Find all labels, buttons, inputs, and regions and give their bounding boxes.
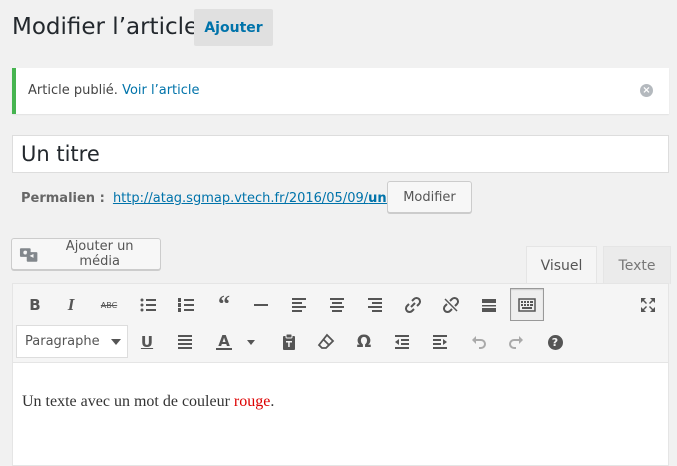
horizontal-rule-icon[interactable] xyxy=(246,290,276,320)
post-title-input[interactable]: Un titre xyxy=(12,135,669,173)
dismiss-icon[interactable]: × xyxy=(640,84,653,97)
success-notice: Article publié. Voir l’article × xyxy=(12,68,669,114)
format-select[interactable]: Paragraphe xyxy=(16,325,128,358)
content-text: Un texte avec un mot de couleur xyxy=(22,393,234,410)
permalink-label: Permalien : xyxy=(21,191,105,206)
notice-message: Article publié. Voir l’article xyxy=(28,83,200,98)
unlink-icon[interactable] xyxy=(436,290,466,320)
align-right-icon[interactable] xyxy=(360,290,390,320)
undo-icon[interactable] xyxy=(464,327,494,357)
help-icon[interactable]: ? xyxy=(540,327,570,357)
media-icon xyxy=(19,248,38,262)
permalink-link[interactable]: http://atag.sgmap.vtech.fr/2016/05/09/un… xyxy=(113,191,429,206)
italic-icon[interactable]: I xyxy=(56,290,86,320)
text-color-dropdown-icon[interactable] xyxy=(241,327,261,357)
colored-word: rouge xyxy=(233,393,271,410)
text-color-icon[interactable]: A xyxy=(209,327,239,357)
blockquote-icon[interactable]: “ xyxy=(209,290,239,320)
fullscreen-icon[interactable] xyxy=(633,290,663,320)
tab-text[interactable]: Texte xyxy=(603,246,671,284)
read-more-icon[interactable] xyxy=(474,290,504,320)
link-icon[interactable] xyxy=(398,290,428,320)
add-new-button[interactable]: Ajouter xyxy=(194,9,273,46)
justify-icon[interactable] xyxy=(170,327,200,357)
numbered-list-icon[interactable] xyxy=(171,290,201,320)
add-media-label: Ajouter un média xyxy=(65,239,134,269)
toolbar-toggle-icon[interactable] xyxy=(510,288,544,321)
bold-icon[interactable]: B xyxy=(20,290,50,320)
clear-formatting-icon[interactable] xyxy=(311,327,341,357)
special-character-icon[interactable]: Ω xyxy=(349,327,379,357)
format-select-value: Paragraphe xyxy=(25,334,100,349)
notice-text: Article publié. xyxy=(28,83,118,98)
bullet-list-icon[interactable] xyxy=(133,290,163,320)
permalink-prefix: http://atag.sgmap.vtech.fr/2016/05/09/ xyxy=(112,191,369,206)
outdent-icon[interactable] xyxy=(387,327,417,357)
redo-icon[interactable] xyxy=(501,327,531,357)
content-end: . xyxy=(270,393,275,410)
underline-icon[interactable]: U xyxy=(132,327,162,357)
tab-visual[interactable]: Visuel xyxy=(526,246,597,284)
permalink-row: Permalien : http://atag.sgmap.vtech.fr/2… xyxy=(21,191,429,206)
strikethrough-icon[interactable]: ABC xyxy=(94,290,124,320)
page-title: Modifier l’article xyxy=(12,14,199,40)
align-center-icon[interactable] xyxy=(322,290,352,320)
align-left-icon[interactable] xyxy=(284,290,314,320)
editor-toolbar: B I ABC “ Paragraphe U A Ω ? xyxy=(13,284,668,363)
chevron-down-icon xyxy=(111,339,121,345)
paste-text-icon[interactable] xyxy=(274,327,304,357)
view-article-link[interactable]: Voir l’article xyxy=(122,83,199,98)
edit-permalink-button[interactable]: Modifier xyxy=(387,181,472,213)
indent-icon[interactable] xyxy=(425,327,455,357)
editor-content[interactable]: Un texte avec un mot de couleur rouge. xyxy=(22,393,274,411)
add-media-button[interactable]: Ajouter un média xyxy=(11,238,161,270)
